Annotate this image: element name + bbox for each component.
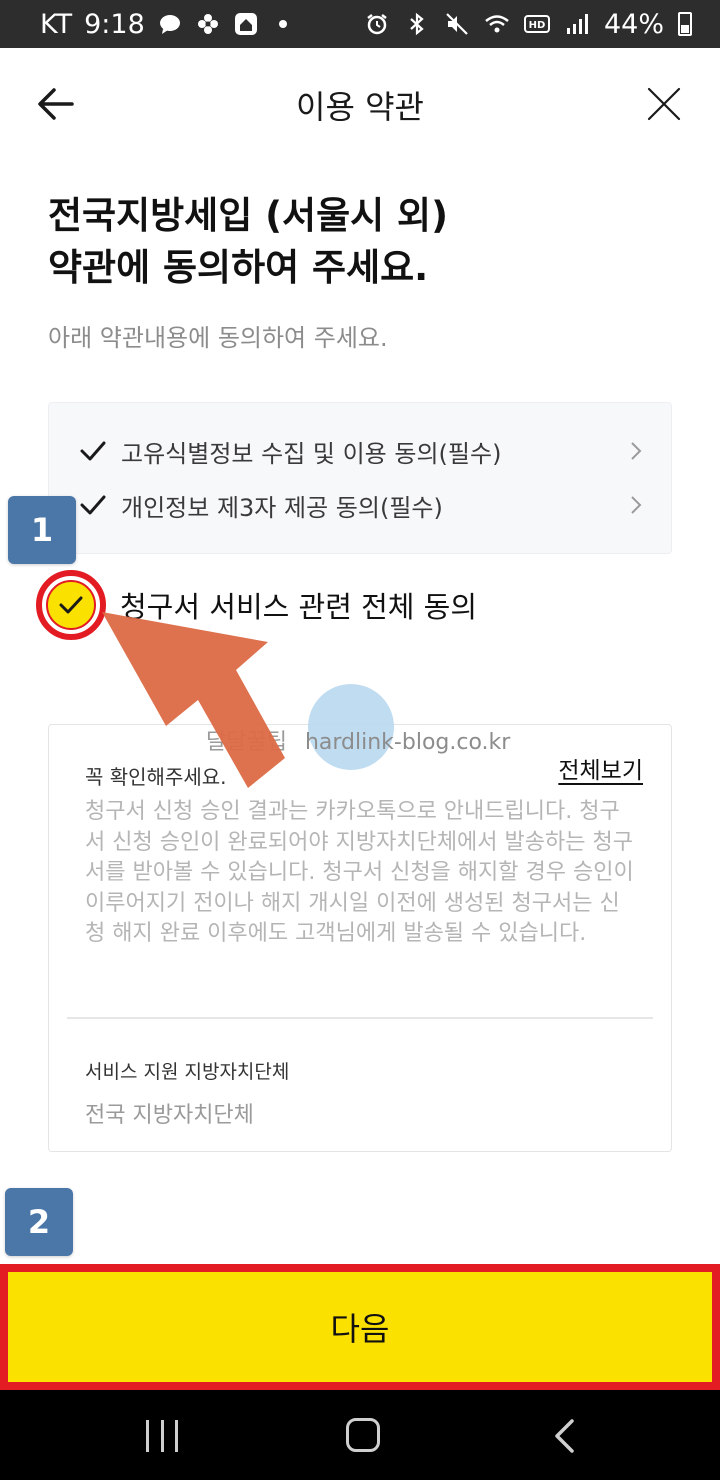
system-nav-bar <box>0 1390 720 1480</box>
hd-voice-icon: HD <box>523 11 550 37</box>
check-icon <box>80 495 106 515</box>
bluetooth-icon <box>404 11 430 37</box>
notice-body: 청구서 신청 승인 결과는 카카오톡으로 안내드립니다. 청구서 신청 승인이 … <box>85 799 634 946</box>
home-button[interactable] <box>346 1418 380 1452</box>
term-label: 개인정보 제3자 제공 동의(필수) <box>121 493 443 522</box>
close-icon <box>647 87 681 121</box>
signal-icon <box>564 11 590 37</box>
term-item-third-party[interactable]: 개인정보 제3자 제공 동의(필수) <box>79 485 645 525</box>
next-button-label: 다음 <box>330 1310 390 1348</box>
next-button[interactable]: 다음 <box>0 1264 720 1390</box>
watermark-url: hardlink-blog.co.kr <box>304 730 511 755</box>
flower-icon <box>195 11 221 37</box>
carrier-label: KT <box>40 8 73 40</box>
close-button[interactable] <box>638 78 690 130</box>
subheadline: 아래 약관내용에 동의하여 주세요. <box>48 324 388 352</box>
annotation-arrow-icon <box>102 612 285 788</box>
battery-percent: 44% <box>603 8 664 40</box>
check-icon <box>80 441 106 461</box>
region-title: 서비스 지원 지방자치단체 <box>85 1061 290 1083</box>
time-label: 9:18 <box>84 8 145 40</box>
status-bar: KT 9:18 HD 44% <box>0 0 720 48</box>
view-all-link[interactable]: 전체보기 <box>558 751 643 785</box>
headline-line-2: 약관에 동의하여 주세요. <box>48 246 429 289</box>
recent-apps-button[interactable] <box>146 1420 178 1452</box>
chevron-right-icon <box>631 496 642 514</box>
alarm-icon <box>364 11 390 37</box>
term-item-unique-id[interactable]: 고유식별정보 수집 및 이용 동의(필수) <box>79 431 645 471</box>
divider <box>67 1017 653 1019</box>
chevron-right-icon <box>631 442 642 460</box>
mute-icon <box>444 11 470 37</box>
wifi-icon <box>484 11 510 37</box>
page-title: 이용 약관 <box>296 88 424 126</box>
headline: 전국지방세입 (서울시 외) 약관에 동의하여 주세요. <box>48 190 668 294</box>
svg-text:HD: HD <box>529 20 546 31</box>
headline-line-1: 전국지방세입 (서울시 외) <box>48 194 448 237</box>
nav-back-button[interactable] <box>552 1418 576 1454</box>
battery-icon <box>678 12 692 36</box>
region-value: 전국 지방자치단체 <box>85 1103 254 1128</box>
home-app-icon <box>233 11 259 37</box>
step-badge-1: 1 <box>8 496 76 564</box>
chat-bubble-icon <box>157 11 183 37</box>
terms-list: 고유식별정보 수집 및 이용 동의(필수) 개인정보 제3자 제공 동의(필수) <box>48 402 672 554</box>
term-label: 고유식별정보 수집 및 이용 동의(필수) <box>121 439 502 468</box>
step-badge-2: 2 <box>5 1188 73 1256</box>
app-header: 이용 약관 <box>0 48 720 160</box>
notification-dot-icon <box>278 20 287 28</box>
